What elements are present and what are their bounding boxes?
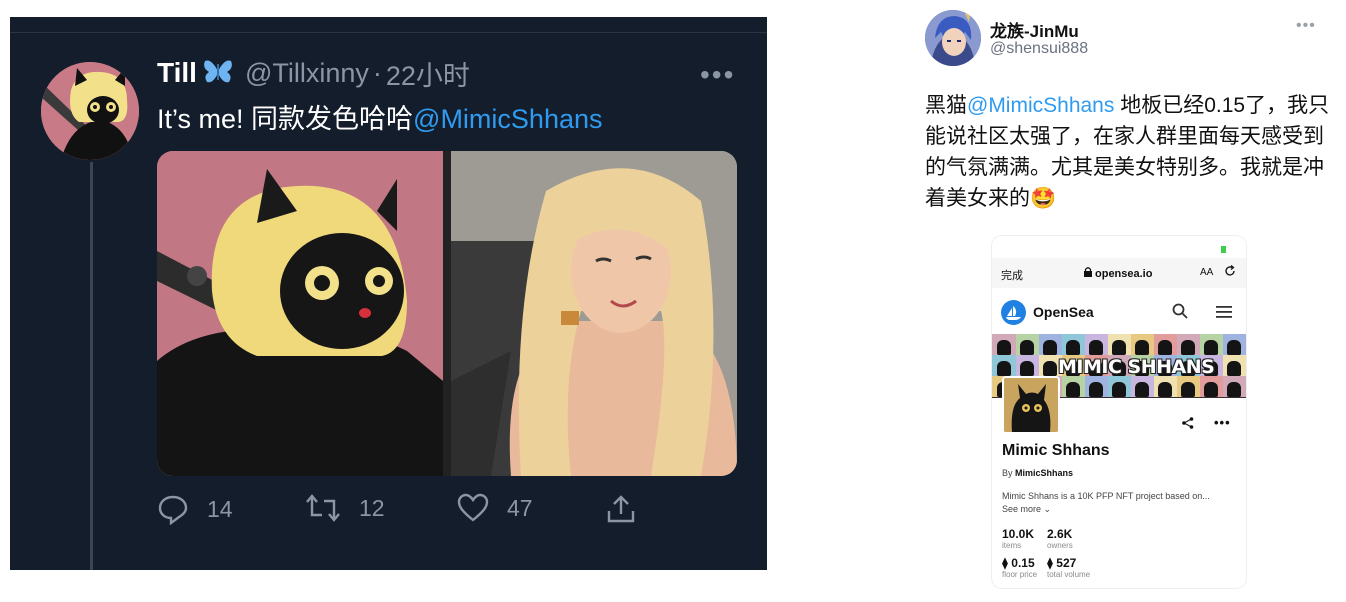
nft-tile [1061, 376, 1085, 397]
stat-total-volume: ⧫ 527 total volume [1047, 556, 1090, 579]
nft-tile [992, 355, 1016, 376]
tweet-text-prefix: 黑猫 [925, 94, 967, 117]
black-cat-icon [1004, 378, 1058, 432]
url-text: opensea.io [1095, 268, 1153, 280]
more-icon[interactable]: ••• [1296, 17, 1316, 35]
handle[interactable]: @Tillxinny [245, 58, 369, 89]
cat-artwork-image[interactable] [157, 151, 443, 476]
phone-status-bar [992, 236, 1246, 258]
nft-tile [1199, 334, 1223, 355]
stat-label: floor price [1002, 570, 1038, 579]
url-field[interactable]: opensea.io [1084, 267, 1152, 280]
banner-title: MIMIC SHHANS [1058, 356, 1215, 378]
more-options-icon[interactable]: ••• [1214, 415, 1231, 430]
tweet-header: Till @Tillxinny · 22小时 [157, 55, 470, 91]
nft-tile [1199, 376, 1223, 397]
heart-icon [457, 493, 489, 522]
nft-tile [1015, 355, 1039, 376]
reload-icon[interactable] [1224, 264, 1236, 280]
nft-tile [1153, 334, 1177, 355]
tweet-text: 黑猫@MimicShhans 地板已经0.15了，我只能说社区太强了，在家人群里… [925, 90, 1330, 214]
stat-label: items [1002, 541, 1022, 550]
nft-tile [1038, 334, 1062, 355]
mention-link[interactable]: @MimicShhans [413, 104, 602, 134]
collection-creator: By MimicShhans [1002, 468, 1073, 478]
menu-icon[interactable] [1216, 305, 1232, 323]
butterfly-icon [203, 58, 233, 89]
done-button[interactable]: 完成 [1001, 267, 1023, 283]
nft-tile [1061, 334, 1085, 355]
like-count: 47 [507, 494, 533, 521]
opensea-screenshot[interactable]: 完成 opensea.io AA OpenSea MIMIC SHHANS ••… [992, 236, 1246, 588]
handle[interactable]: @shensui888 [990, 40, 1088, 58]
media-grid[interactable] [157, 151, 737, 476]
dark-tweet: Till @Tillxinny · 22小时 ••• It’s me! 同款发色… [10, 17, 767, 570]
share-icon [607, 495, 635, 523]
stat-value: ⧫ 0.15 [1002, 556, 1035, 570]
collection-description: Mimic Shhans is a 10K PFP NFT project ba… [1002, 491, 1210, 501]
nft-tile [992, 334, 1016, 355]
stat-label: owners [1047, 541, 1073, 550]
display-name[interactable]: 龙族-JinMu [990, 17, 1079, 42]
collection-avatar[interactable] [1002, 376, 1060, 434]
share-icon[interactable] [1182, 416, 1194, 434]
selfie-photo-image[interactable] [451, 151, 737, 476]
nft-tile [1222, 376, 1246, 397]
mention-link[interactable]: @MimicShhans [967, 94, 1114, 117]
avatar[interactable] [41, 62, 139, 160]
nft-tile [1222, 355, 1246, 376]
reply-count: 14 [207, 495, 233, 522]
stat-items: 10.0K items [1002, 527, 1034, 550]
opensea-wordmark[interactable]: OpenSea [1033, 304, 1094, 320]
nft-tile [1130, 334, 1154, 355]
search-icon[interactable] [1172, 303, 1188, 324]
stat-owners: 2.6K owners [1047, 527, 1073, 550]
nft-tile [1176, 334, 1200, 355]
creator-link[interactable]: MimicShhans [1015, 468, 1073, 478]
nft-tile [1153, 376, 1177, 397]
thread-line [90, 162, 93, 570]
retweet-icon [306, 494, 340, 522]
see-more-link[interactable]: See more ⌄ [1002, 504, 1051, 515]
avatar[interactable] [925, 10, 981, 66]
nft-tile [1084, 376, 1108, 397]
divider [10, 32, 767, 33]
nft-tile [1084, 334, 1108, 355]
nft-tile [1222, 334, 1246, 355]
retweet-count: 12 [359, 494, 385, 521]
light-tweet: 龙族-JinMu @shensui888 ••• 黑猫@MimicShhans … [912, 0, 1337, 602]
retweet-button[interactable]: 12 [305, 493, 385, 523]
opensea-navbar: OpenSea [992, 294, 1246, 330]
stat-label: total volume [1047, 570, 1091, 579]
collection-name: Mimic Shhans [1002, 442, 1110, 459]
like-button[interactable]: 47 [457, 493, 533, 523]
share-button[interactable] [605, 493, 655, 525]
stat-value: 2.6K [1047, 527, 1073, 541]
nft-tile [1107, 334, 1131, 355]
nft-tile [1107, 376, 1131, 397]
lock-icon [1084, 267, 1092, 277]
nft-tile [1130, 376, 1154, 397]
browser-bar: 完成 opensea.io AA [992, 258, 1246, 288]
reply-icon [158, 495, 188, 525]
tweet-actions: 14 12 47 [157, 493, 657, 529]
cat-avatar-icon [41, 62, 139, 160]
tweet-text-body: It’s me! 同款发色哈哈 [157, 104, 414, 134]
text-size-button[interactable]: AA [1200, 267, 1213, 278]
display-name[interactable]: Till [157, 57, 197, 89]
by-label: By [1002, 468, 1013, 478]
tweet-text: It’s me! 同款发色哈哈@MimicShhans [157, 97, 603, 136]
more-icon[interactable]: ••• [700, 59, 735, 91]
separator: · [372, 57, 382, 88]
timestamp[interactable]: 22小时 [386, 54, 470, 93]
nft-tile [1015, 334, 1039, 355]
nft-tile [1176, 376, 1200, 397]
battery-icon [1221, 246, 1226, 253]
reply-button[interactable]: 14 [157, 493, 233, 525]
stat-value: ⧫ 527 [1047, 556, 1077, 570]
anime-avatar-icon [925, 10, 981, 66]
stat-value: 10.0K [1002, 527, 1035, 541]
stat-floor-price: ⧫ 0.15 floor price [1002, 556, 1037, 579]
opensea-logo-icon[interactable] [1001, 300, 1026, 325]
